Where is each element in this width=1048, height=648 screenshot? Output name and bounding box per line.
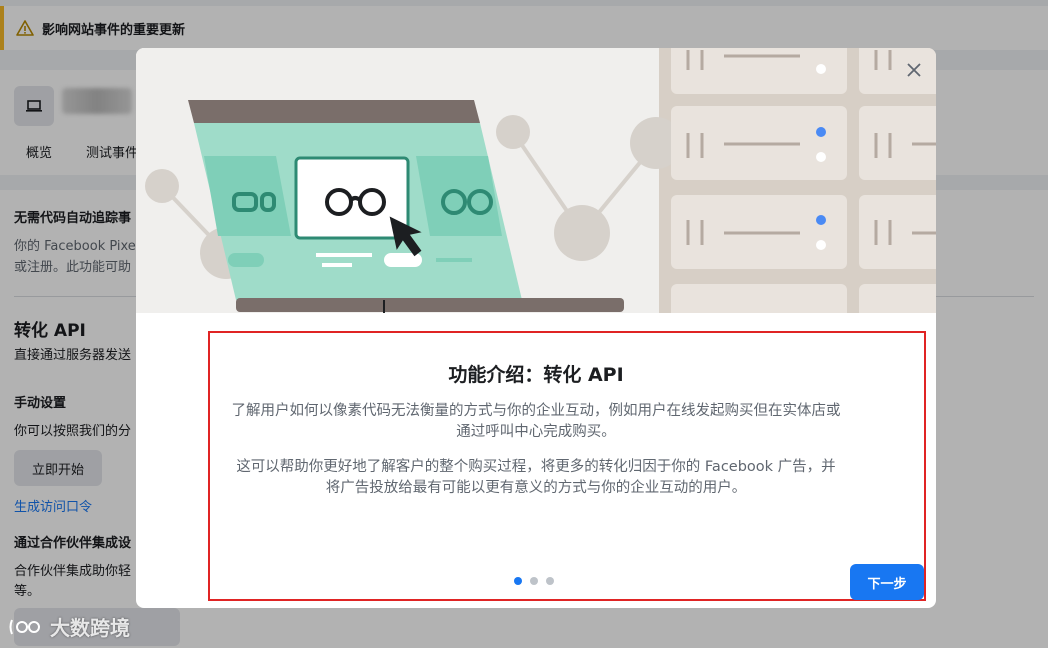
pagination-dot[interactable] <box>514 577 522 585</box>
pagination-dot[interactable] <box>546 577 554 585</box>
conversions-api-illustration <box>136 48 936 313</box>
pagination-dots <box>514 577 554 585</box>
dialog-title: 功能介绍：转化 API <box>448 364 624 386</box>
watermark: 大数跨境 <box>8 612 130 641</box>
close-icon <box>907 63 921 77</box>
dialog-paragraph-1: 了解用户如何以像素代码无法衡量的方式与你的企业互动，例如用户在线发起购买但在实体… <box>231 403 841 440</box>
pagination-dot[interactable] <box>530 577 538 585</box>
close-button[interactable] <box>902 58 926 82</box>
dialog-paragraph-2: 这可以帮助你更好地了解客户的整个购买过程，将更多的转化归因于你的 Faceboo… <box>236 459 836 496</box>
next-button[interactable]: 下一步 <box>850 564 924 600</box>
watermark-logo-icon <box>9 619 40 634</box>
watermark-text: 大数跨境 <box>50 616 130 640</box>
feature-intro-dialog: 功能介绍：转化 API 了解用户如何以像素代码无法衡量的方式与你的企业互动，例如… <box>136 48 936 608</box>
